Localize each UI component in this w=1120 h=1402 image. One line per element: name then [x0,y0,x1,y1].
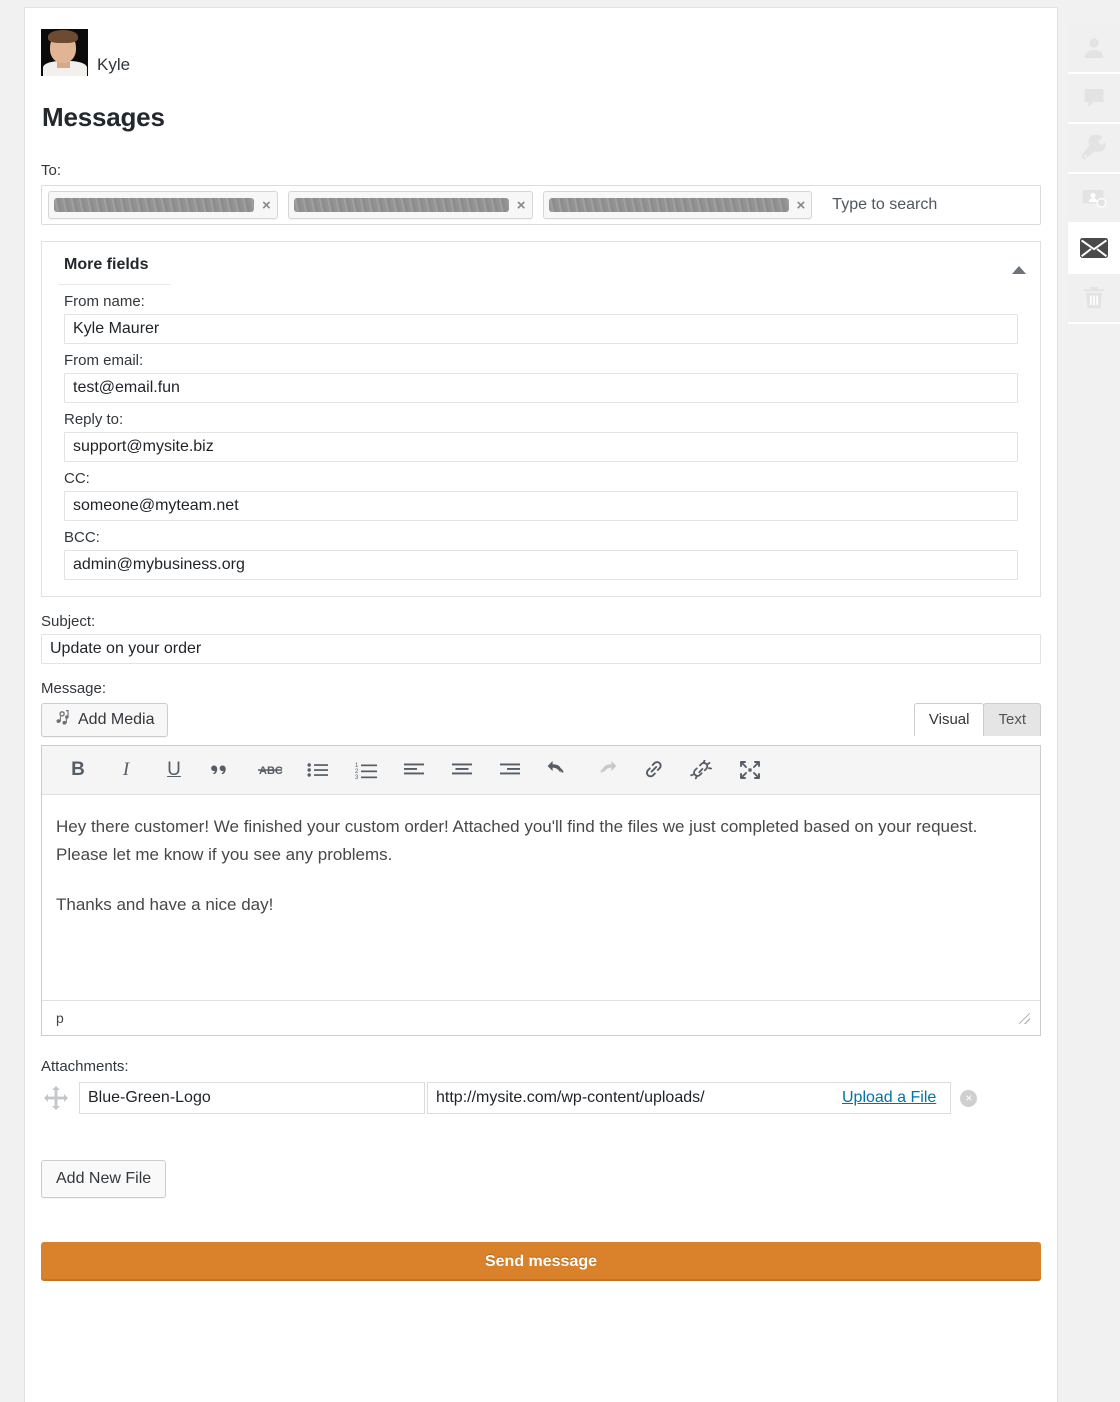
right-rail [1068,24,1120,324]
cc-input[interactable] [64,491,1018,521]
bcc-input[interactable] [64,550,1018,580]
recipient-chip[interactable]: × [543,191,813,219]
attachment-url-input[interactable] [428,1083,838,1113]
rail-item-contacts[interactable] [1068,174,1120,224]
add-media-label: Add Media [78,711,155,729]
rail-item-comments[interactable] [1068,74,1120,124]
underline-icon[interactable]: U [150,751,198,789]
messages-panel: Kyle Messages To: × × × Type to search M… [24,7,1058,1402]
trash-icon [1081,285,1107,311]
envelope-icon [1079,237,1109,259]
send-message-button[interactable]: Send message [41,1242,1041,1281]
svg-text:3: 3 [355,775,359,779]
current-user: Kyle [41,8,1041,76]
editor-frame: B I U ABC 123 [41,745,1041,1036]
bulleted-list-icon[interactable] [294,751,342,789]
recipient-redacted-email [294,198,509,212]
element-path: p [56,1010,64,1026]
resize-grip-icon[interactable] [1019,1013,1030,1024]
editor-mode-tabs: Visual Text [915,703,1041,736]
add-new-file-wrap: Add New File [41,1160,1041,1198]
align-left-icon[interactable] [390,751,438,789]
subject-input[interactable] [41,634,1041,664]
recipients-field[interactable]: × × × Type to search [41,185,1041,225]
editor-status-bar: p [42,1000,1040,1035]
more-fields-title: More fields [58,242,170,285]
reply-to-label: Reply to: [64,411,1018,428]
cc-label: CC: [64,470,1018,487]
drag-handle-icon[interactable] [41,1083,71,1113]
bold-icon[interactable]: B [54,751,102,789]
recipient-search-input[interactable]: Type to search [832,196,937,214]
strikethrough-icon[interactable]: ABC [246,751,294,789]
remove-attachment-icon[interactable]: × [960,1090,977,1107]
contact-card-icon [1080,185,1108,211]
avatar[interactable] [41,29,88,76]
user-icon [1081,35,1107,61]
remove-recipient-icon[interactable]: × [797,198,806,213]
remove-recipient-icon[interactable]: × [262,198,271,213]
bcc-label: BCC: [64,529,1018,546]
link-icon[interactable] [630,751,678,789]
recipient-redacted-email [549,198,789,212]
subject-label: Subject: [41,613,1041,630]
rail-item-trash[interactable] [1068,274,1120,324]
add-media-button[interactable]: Add Media [41,703,168,737]
recipient-redacted-email [54,198,254,212]
fullscreen-icon[interactable] [726,751,774,789]
redo-icon[interactable] [582,751,630,789]
to-label: To: [41,162,1041,179]
align-center-icon[interactable] [438,751,486,789]
attachment-row: Upload a File × [41,1082,1041,1114]
align-right-icon[interactable] [486,751,534,789]
remove-recipient-icon[interactable]: × [517,198,526,213]
attachment-url-group: Upload a File [427,1082,951,1114]
rail-item-tools[interactable] [1068,124,1120,174]
upload-a-file-link[interactable]: Upload a File [838,1089,950,1107]
tab-text[interactable]: Text [983,703,1041,736]
attachment-name-input[interactable] [79,1082,425,1114]
wrench-icon [1081,135,1107,161]
triangle-up-icon[interactable] [1012,266,1026,274]
tab-visual[interactable]: Visual [914,703,985,736]
from-email-input[interactable] [64,373,1018,403]
screen: Kyle Messages To: × × × Type to search M… [0,0,1120,1402]
attachments-label: Attachments: [41,1058,1041,1075]
add-new-file-button[interactable]: Add New File [41,1160,166,1198]
message-body[interactable]: Hey there customer! We finished your cus… [42,795,1040,1000]
rail-item-messages[interactable] [1068,224,1120,274]
from-email-label: From email: [64,352,1018,369]
media-icon [54,709,71,731]
blockquote-icon[interactable] [198,751,246,789]
user-name: Kyle [97,55,130,76]
editor-toolbar: B I U ABC 123 [42,746,1040,795]
recipient-chip[interactable]: × [48,191,278,219]
italic-icon[interactable]: I [102,751,150,789]
message-editor: Add Media Visual Text B I U ABC [41,703,1041,1036]
reply-to-input[interactable] [64,432,1018,462]
from-name-label: From name: [64,293,1018,310]
undo-icon[interactable] [534,751,582,789]
rail-item-profile[interactable] [1068,24,1120,74]
message-paragraph: Hey there customer! We finished your cus… [56,813,1026,869]
send-wrap: Send message [41,1242,1041,1281]
unlink-icon[interactable] [678,751,726,789]
more-fields-section: More fields From name: From email: Reply… [41,241,1041,597]
recipient-chip[interactable]: × [288,191,533,219]
page-title: Messages [42,102,1041,133]
media-bar: Add Media [41,703,1041,737]
svg-text:ABC: ABC [259,765,283,777]
from-name-input[interactable] [64,314,1018,344]
message-label: Message: [41,680,1041,697]
numbered-list-icon[interactable]: 123 [342,751,390,789]
comment-icon [1081,85,1107,111]
message-paragraph: Thanks and have a nice day! [56,891,1026,919]
more-fields-body: From name: From email: Reply to: CC: BCC… [58,293,1024,580]
